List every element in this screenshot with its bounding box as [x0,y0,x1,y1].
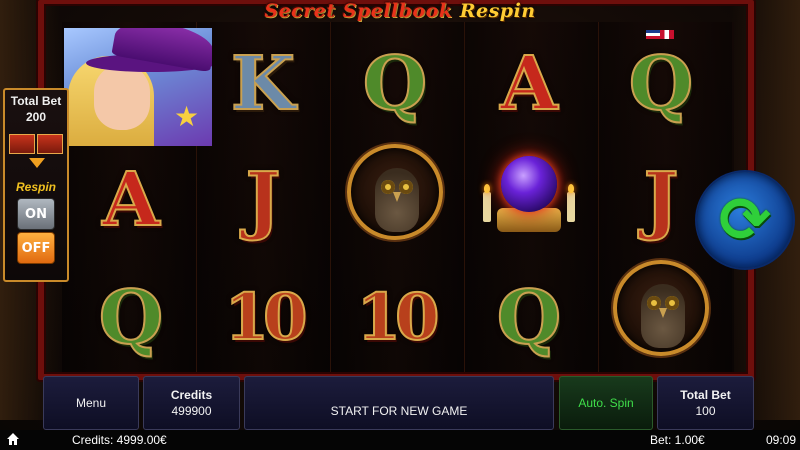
arrow-down-icon [29,158,45,168]
spellbook-icon [9,134,35,154]
start-button[interactable]: START FOR NEW GAME [244,376,554,430]
home-icon[interactable] [6,432,20,446]
symbol-owl [606,258,716,358]
start-label: START FOR NEW GAME [330,404,468,418]
total-bet-label: Total Bet [680,388,731,402]
credits-label: Credits [170,388,213,402]
spin-icon: ⟳ [719,183,771,256]
credits-display: Credits 499900 [143,376,240,430]
status-credits: Credits: 4999.00€ [72,433,167,447]
auto-spin-label: Auto. Spin [578,396,634,410]
status-time: 09:09 [766,433,797,447]
spellbook-icon [37,134,63,154]
symbol-Q: Q [362,41,428,127]
status-bet: Bet: 1.00€ [650,433,705,447]
menu-button[interactable]: Menu [43,376,139,430]
symbol-witch-wild: ★ [64,28,212,146]
total-bet-button[interactable]: Total Bet 100 [657,376,754,430]
menu-label: Menu [75,396,107,410]
control-bar: Menu Credits 499900 START FOR NEW GAME A… [40,376,758,430]
symbol-crystal-orb [474,146,584,246]
symbol-10: 10 [355,280,440,355]
game-title: Secret Spellbook Respin [0,0,800,26]
owl-icon [613,260,709,356]
side-total-bet-value: 200 [25,110,47,124]
symbol-Q: Q [98,275,164,361]
respin-on-button[interactable]: ON [17,198,55,230]
symbol-owl [340,142,450,242]
game-title-suffix: Respin [459,0,536,22]
crystal-orb-icon [481,148,577,244]
symbol-J: J [244,157,281,243]
respin-label: Respin [15,180,56,194]
symbol-A: A [499,41,558,127]
witch-face [94,64,150,130]
respin-off-button[interactable]: OFF [17,232,55,264]
total-bet-value: 100 [695,404,716,418]
symbol-K: K [230,41,296,127]
game-title-main: Secret Spellbook [264,0,453,22]
status-bar: Credits: 4999.00€ Bet: 1.00€ 09:09 [0,430,800,450]
owl-icon [347,144,443,240]
credits-value: 499900 [171,404,212,418]
side-total-bet-label: Total Bet [10,94,62,108]
symbol-A: A [101,157,160,243]
wand-star-icon: ★ [174,100,200,133]
symbol-Q: Q [496,275,562,361]
symbol-10: 10 [223,280,308,355]
spin-button[interactable]: ⟳ [697,172,793,268]
respin-bet-panel: Total Bet 200 Respin ON OFF [3,88,69,282]
symbol-Q: Q [628,41,694,127]
auto-spin-button[interactable]: Auto. Spin [559,376,653,430]
